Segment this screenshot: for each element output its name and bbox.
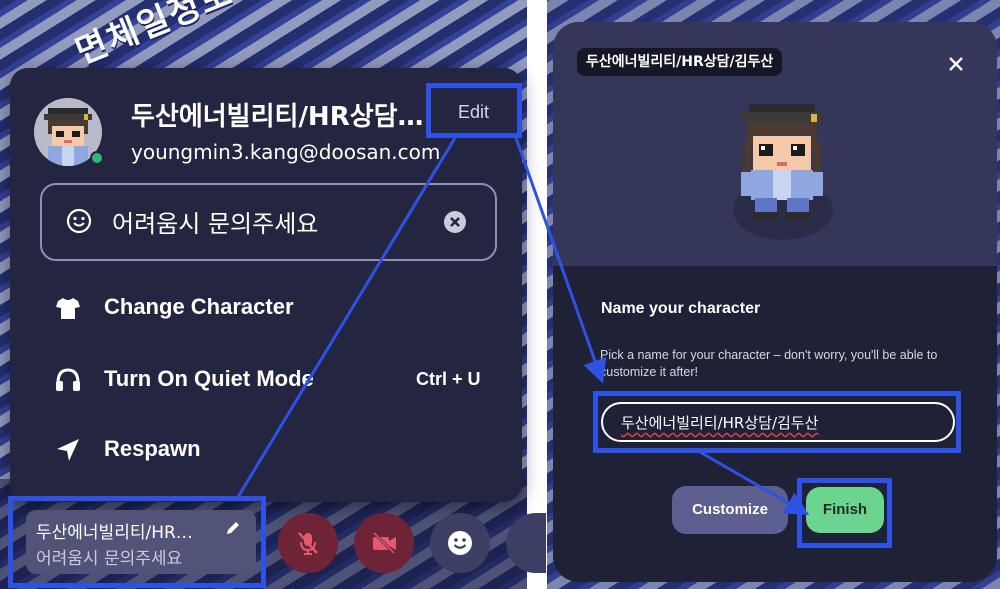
microphone-off-icon <box>298 532 318 555</box>
menu-item-label: Change Character <box>104 294 294 319</box>
smile-icon <box>66 208 92 234</box>
close-icon[interactable] <box>946 54 966 74</box>
character-sprite <box>741 104 823 220</box>
smile-icon <box>448 531 472 555</box>
menu-item-label: Respawn <box>104 436 201 461</box>
profile-email: youngmin3.kang@doosan.com <box>131 140 441 164</box>
character-name-tag: 두산에너빌리티/HR상담/김두산 <box>577 48 783 76</box>
highlight-name-input <box>593 391 961 453</box>
profile-display-name: 두산에너빌리티/HR상담… <box>131 102 424 132</box>
name-help-text: Pick a name for your character – don't w… <box>600 348 938 379</box>
customize-button[interactable]: Customize <box>672 486 788 534</box>
status-text: 어려움시 문의주세요 <box>112 210 319 238</box>
highlight-name-chip <box>8 496 266 588</box>
name-heading: Name your character <box>601 300 761 317</box>
menu-item-label: Turn On Quiet Mode <box>104 366 314 391</box>
clear-status-icon[interactable] <box>443 210 467 234</box>
emote-button[interactable] <box>430 513 490 573</box>
mute-microphone-button[interactable] <box>278 513 338 573</box>
navigation-arrow-icon <box>57 439 79 461</box>
highlight-finish <box>797 478 892 548</box>
online-status-dot <box>90 151 104 165</box>
camera-off-icon <box>372 531 396 555</box>
menu-item-respawn[interactable]: Respawn <box>40 426 500 472</box>
quiet-mode-shortcut: Ctrl + U <box>416 369 481 389</box>
highlight-edit <box>426 83 522 138</box>
camera-toggle-button[interactable] <box>354 513 414 573</box>
menu-item-change-character[interactable]: Change Character <box>40 284 500 330</box>
tshirt-icon <box>56 298 80 319</box>
headphones-icon <box>56 368 80 391</box>
